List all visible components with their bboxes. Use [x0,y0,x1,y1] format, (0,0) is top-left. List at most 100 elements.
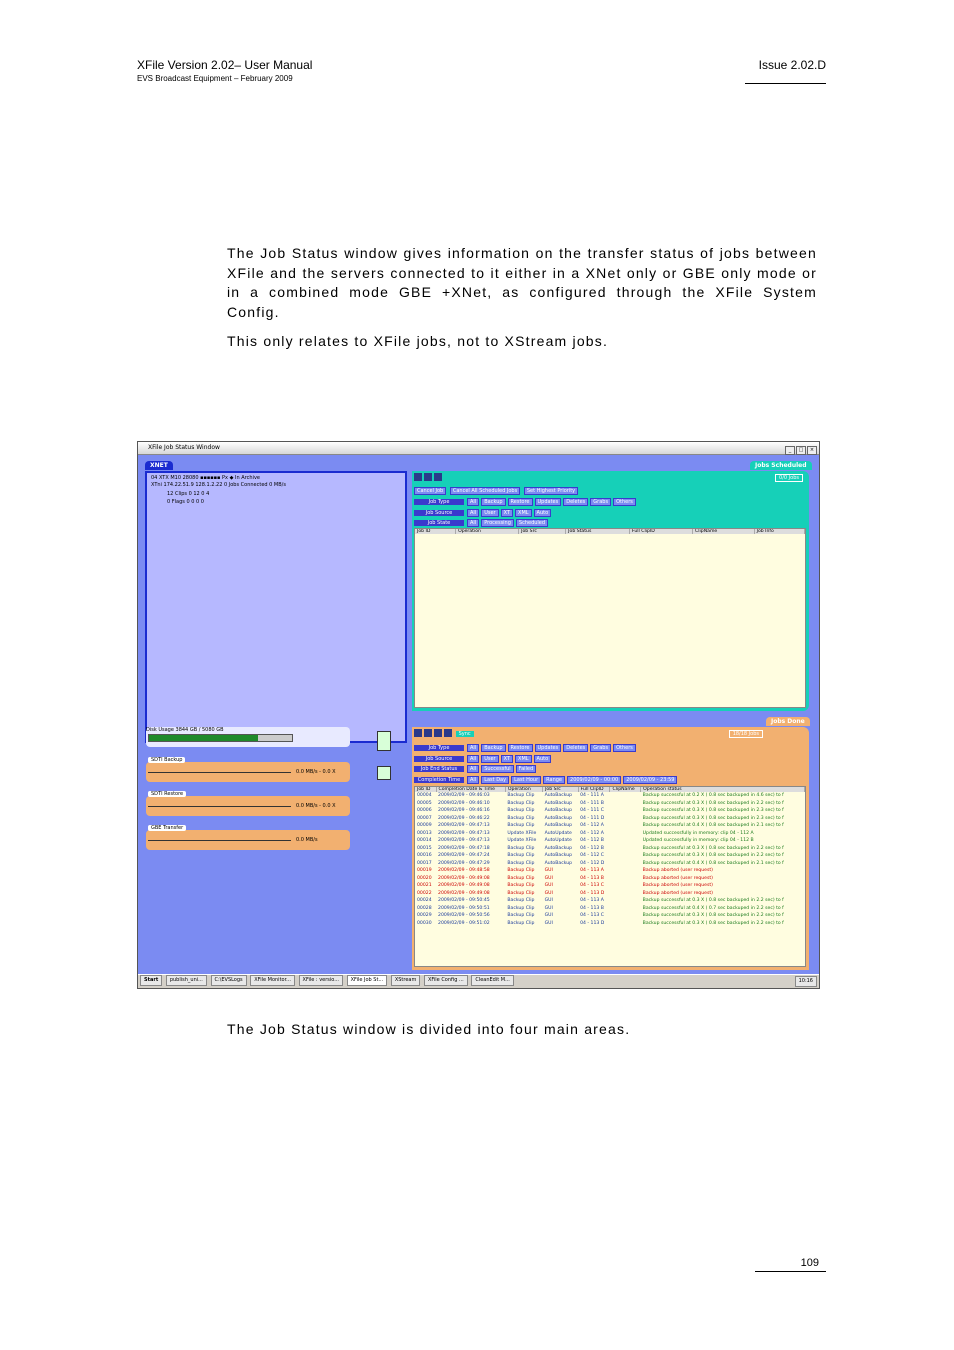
table-row[interactable]: 00017 2009/02/09 - 09:47:29 Backup Clip Aut… [415,860,805,868]
filter-option[interactable]: Failed [515,765,537,773]
taskbar-item-active[interactable]: XFile Job St... [346,975,388,986]
table-cell: 00028 [417,905,432,911]
jobs-scheduled-tab[interactable]: Jobs Scheduled [750,461,812,470]
filter-option[interactable]: Auto [533,754,552,763]
settings-icon[interactable] [434,473,442,481]
table-row[interactable]: 00013 2009/02/09 - 09:47:13 Update XFile Au… [415,830,805,838]
set-priority-button[interactable]: Set Highest Priority [523,487,579,495]
table-cell: AutoBackup [544,823,573,829]
table-row[interactable]: 00021 2009/02/09 - 09:49:08 Backup Clip GUI… [415,882,805,890]
filter-option[interactable]: All [467,508,480,517]
save-icon[interactable] [434,729,442,737]
taskbar-item[interactable]: XFile Config ... [423,975,468,986]
taskbar-item[interactable]: XStream [390,975,421,986]
table-row[interactable]: 00006 2009/02/09 - 09:46:16 Backup Clip Aut… [415,807,805,815]
jobs-done-tab[interactable]: Jobs Done [766,717,810,726]
filter-option[interactable]: All [467,744,480,752]
check-icon[interactable] [377,766,391,780]
column-header[interactable]: Job ID [415,529,457,534]
filter-option[interactable]: Range [543,775,566,784]
filter-option[interactable]: Successful [481,765,514,773]
table-row[interactable]: 00005 2009/02/09 - 09:46:10 Backup Clip Aut… [415,800,805,808]
table-cell [610,920,641,928]
table-row[interactable]: 00022 2009/02/09 - 09:49:08 Backup Clip GUI… [415,890,805,898]
filter-option[interactable]: All [467,754,480,763]
taskbar-item[interactable]: XFile Monitor... [250,975,295,986]
column-header[interactable]: Operation [455,529,520,534]
taskbar-item[interactable]: XFile : versio... [298,975,344,986]
table-row[interactable]: 00007 2009/02/09 - 09:46:22 Backup Clip Aut… [415,815,805,823]
refresh-icon[interactable] [424,729,432,737]
done-count: 18/18 Jobs [728,730,763,738]
filter-option[interactable]: Grabs [590,498,612,506]
column-header[interactable]: Full ClipID [629,529,694,534]
table-row[interactable]: 00020 2009/02/09 - 09:49:08 Backup Clip GUI… [415,875,805,883]
column-header[interactable]: Job Info [754,529,805,534]
start-button[interactable]: Start [140,975,163,986]
filter-option[interactable]: Auto [533,508,552,517]
xnet-row[interactable]: 04 XTX M10 28080 ▪▪▪▪▪▪ Px ◆ In Archive [151,475,260,481]
table-row[interactable]: 00004 2009/02/09 - 09:46:03 Backup Clip Aut… [415,792,805,800]
intro-paragraph: The Job Status window gives information … [227,245,817,320]
filter-option[interactable]: XT [500,508,514,517]
maximize-icon[interactable]: □ [796,446,806,455]
filter-option[interactable]: All [467,765,480,773]
table-row[interactable]: 00030 2009/02/09 - 09:51:02 Backup Clip GUI… [415,920,805,928]
filter-option[interactable]: XT [500,754,514,763]
filter-icon[interactable] [414,729,422,737]
filter-option[interactable]: Restore [507,498,533,506]
filter-option[interactable]: Backup [481,498,506,506]
filter-option[interactable]: User [481,754,499,763]
filter-option[interactable]: User [481,508,499,517]
filter-option[interactable]: Grabs [590,744,612,752]
filter-option[interactable]: Deletes [563,744,589,752]
filter-option[interactable]: Backup [481,744,506,752]
filter-option[interactable]: Restore [507,744,533,752]
taskbar-item[interactable]: publish_uni... [165,975,207,986]
filter-option[interactable]: All [467,498,480,506]
taskbar-item[interactable]: C:\EVSLogs [210,975,247,986]
filter-icon[interactable] [414,473,422,481]
column-header[interactable]: Completion Date & Time [436,787,506,792]
filter-option[interactable]: Updates [534,498,562,506]
table-row[interactable]: 00029 2009/02/09 - 09:50:56 Backup Clip GUI… [415,912,805,920]
filter-option[interactable]: Others [613,744,636,752]
table-row[interactable]: 00024 2009/02/09 - 09:50:45 Backup Clip GUI… [415,897,805,905]
table-row[interactable]: 00014 2009/02/09 - 09:47:13 Update XFile Au… [415,837,805,845]
sync-button[interactable]: Sync [455,730,474,737]
table-row[interactable]: 00009 2009/02/09 - 09:47:13 Backup Clip Aut… [415,822,805,830]
filter-option[interactable]: Deletes [563,498,589,506]
table-row[interactable]: 00016 2009/02/09 - 09:47:24 Backup Clip Aut… [415,852,805,860]
cancel-all-button[interactable]: Cancel All Scheduled Jobs [449,487,521,495]
filter-option[interactable]: XML [515,754,532,763]
filter-option[interactable]: 2009/02/09 - 00:00 [567,775,622,784]
traffic-light-icon[interactable] [377,731,391,751]
refresh-icon[interactable] [424,473,432,481]
table-cell: 2009/02/09 - 09:49:08 [438,883,490,889]
table-cell: GUI [544,898,553,904]
table-row[interactable]: 00028 2009/02/09 - 09:50:51 Backup Clip GUI… [415,905,805,913]
column-header[interactable]: Job Src [518,529,567,534]
filter-option[interactable]: All [467,519,480,527]
cancel-job-button[interactable]: Cancel Job [414,487,447,495]
scheduled-jobs-table[interactable]: Job ID Operation Job Src Job Status Full Cli… [414,528,806,708]
filter-option[interactable]: 2009/02/09 - 23:59 [623,775,678,784]
table-row[interactable]: 00015 2009/02/09 - 09:47:18 Backup Clip Aut… [415,845,805,853]
column-header[interactable]: ClipName [692,529,755,534]
taskbar-item[interactable]: CleanEdit M... [471,975,514,986]
filter-option[interactable]: Last Day [481,775,510,784]
done-jobs-table[interactable]: Job ID Completion Date & Time Operation Job… [414,786,806,967]
filter-option[interactable]: Updates [534,744,562,752]
filter-option[interactable]: XML [515,508,532,517]
minimize-icon[interactable]: _ [785,446,795,455]
xnet-tab[interactable]: XNET [145,461,173,470]
filter-option[interactable]: Last Hour [511,775,542,784]
table-row[interactable]: 00019 2009/02/09 - 09:48:58 Backup Clip GUI… [415,867,805,875]
filter-option[interactable]: Processing [481,519,514,527]
filter-option[interactable]: Others [613,498,636,506]
filter-option[interactable]: All [467,775,480,784]
column-header[interactable]: Job Status [565,529,630,534]
print-icon[interactable] [444,729,452,737]
close-icon[interactable]: × [807,446,817,455]
filter-option[interactable]: Scheduled [515,519,549,527]
